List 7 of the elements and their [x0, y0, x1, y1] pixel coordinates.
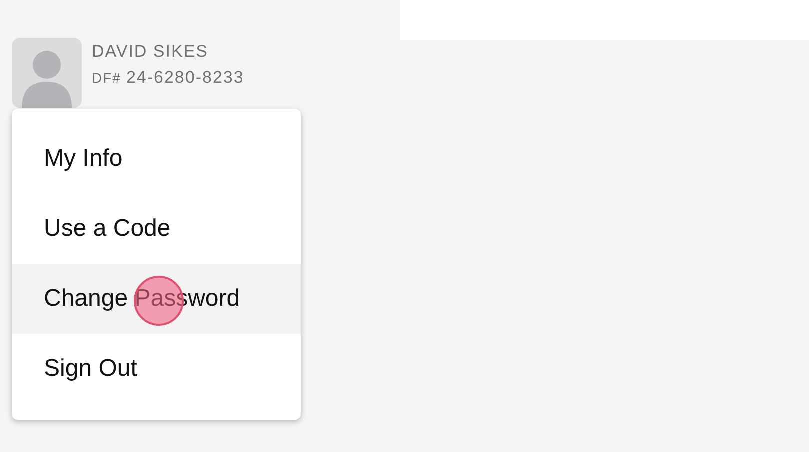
menu-item[interactable]: Use a Code — [12, 194, 301, 264]
user-name: DAVID SIKES — [92, 42, 210, 62]
avatar-icon[interactable] — [12, 38, 82, 108]
id-label: DF# — [92, 70, 122, 86]
id-number: 24-6280-8233 — [126, 68, 244, 88]
menu-item[interactable]: My Info — [12, 124, 301, 194]
menu-item[interactable]: Sign Out — [12, 334, 301, 404]
